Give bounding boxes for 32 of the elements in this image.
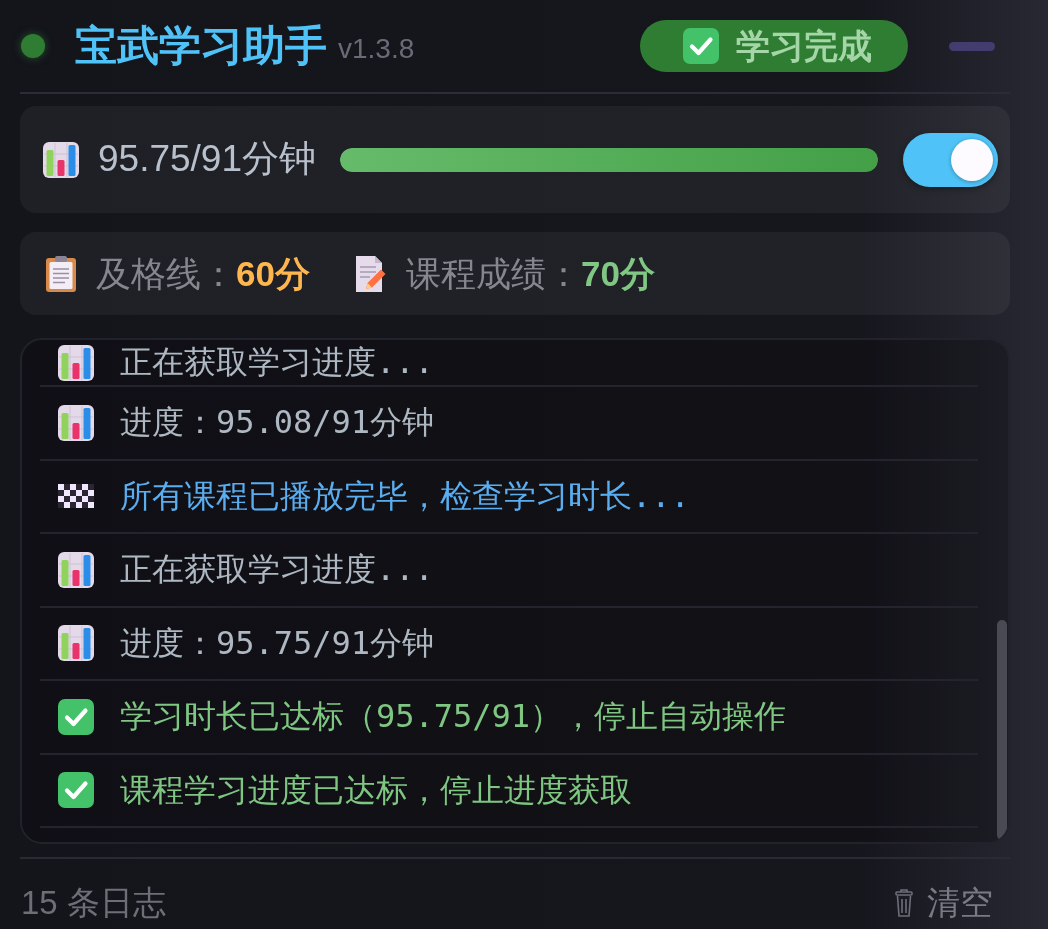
log-message: 学习时长已达标（95.75/91），停止自动操作: [120, 698, 787, 736]
bar-chart-icon: [58, 551, 94, 588]
toggle-switch[interactable]: [903, 132, 998, 187]
badge-label: 学习完成: [736, 25, 872, 67]
version-label: v1.3.8: [338, 32, 415, 66]
check-icon: [58, 698, 94, 735]
bar-chart-icon: [43, 141, 79, 178]
checkerboard-icon: [58, 484, 94, 509]
bar-chart-icon: [58, 625, 94, 662]
log-message: 所有课程已播放完毕，检查学习时长...: [120, 477, 690, 515]
score-label: 及格线：: [96, 252, 236, 295]
trash-icon: [895, 888, 913, 917]
log-message: 进度：95.08/91分钟: [120, 404, 435, 442]
scrollbar-thumb[interactable]: [997, 620, 1007, 840]
minimize-button[interactable]: [949, 41, 995, 51]
score-value: 70分: [580, 252, 655, 295]
document-pencil-icon: [353, 255, 386, 292]
bar-chart-icon: [58, 404, 94, 441]
clipboard-icon: [46, 255, 76, 292]
app-title: 宝武学习助手: [75, 20, 327, 71]
log-message: 课程学习进度已达标，停止进度获取: [120, 771, 632, 809]
check-icon: [683, 28, 719, 64]
log-count: 15 条日志: [21, 883, 166, 923]
bar-chart-icon: [58, 344, 94, 381]
log-message: 正在获取学习进度...: [120, 551, 434, 589]
score-label: 课程成绩：: [405, 252, 581, 295]
clear-button[interactable]: 清空: [895, 883, 993, 923]
check-icon: [58, 772, 94, 809]
score-value: 60分: [236, 252, 310, 295]
log-message: 正在获取学习进度...: [120, 344, 434, 381]
progress-reading: 95.75/91分钟: [98, 137, 317, 182]
log-message: 进度：95.75/91分钟: [120, 624, 435, 662]
